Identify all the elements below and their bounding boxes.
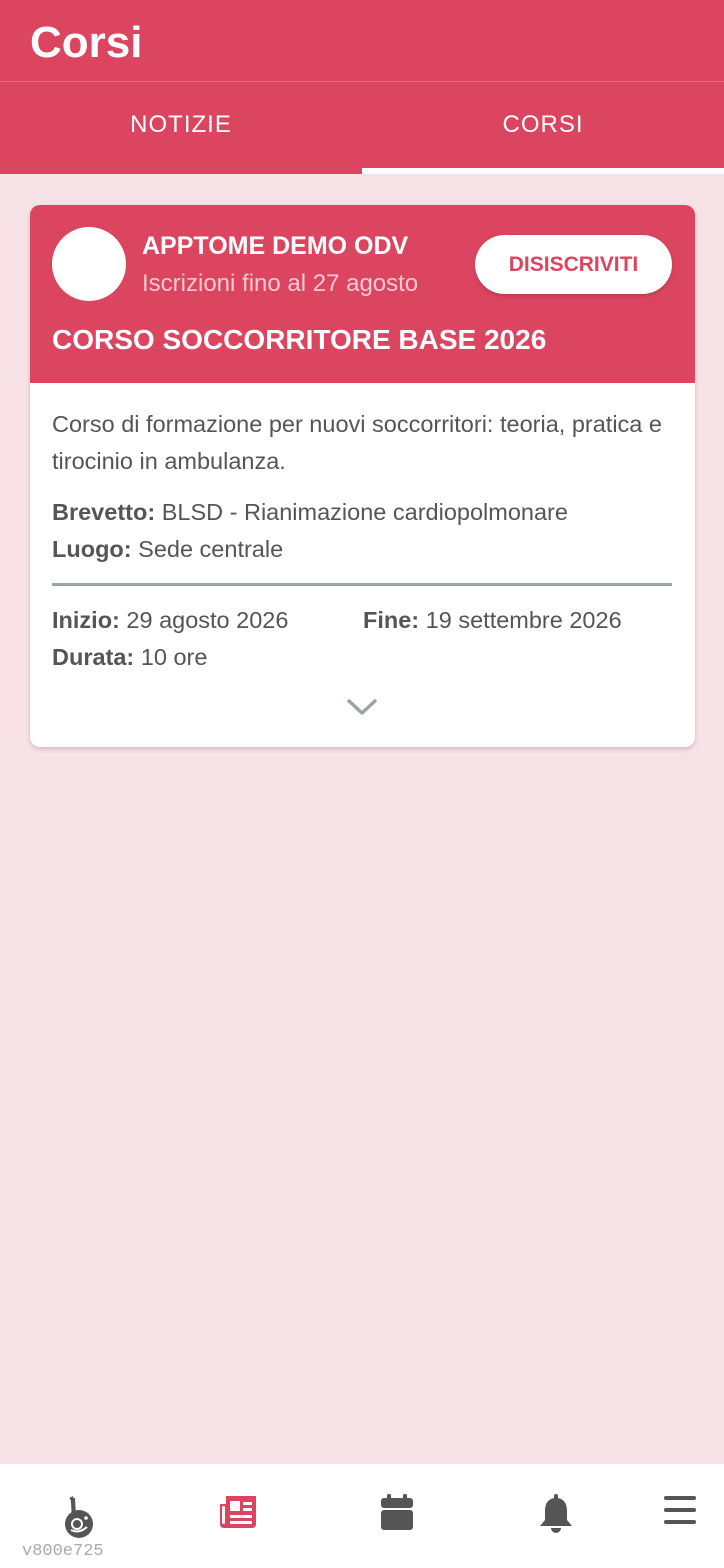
organization-name: APPTOME DEMO ODV xyxy=(142,232,409,260)
enrollment-deadline: Iscrizioni fino al 27 agosto xyxy=(142,270,419,297)
luogo-row: Luogo: Sede centrale xyxy=(52,536,283,563)
active-tab-indicator xyxy=(362,168,724,174)
durata-row: Durata: 10 ore xyxy=(52,644,207,671)
inizio-row: Inizio: 29 agosto 2026 xyxy=(52,607,288,634)
nav-item-notifications[interactable] xyxy=(496,1464,616,1568)
unsubscribe-button[interactable]: DISISCRIVITI xyxy=(475,235,672,294)
nav-item-calendar[interactable] xyxy=(337,1464,457,1568)
menu-icon xyxy=(664,1496,696,1524)
durata-label: Durata: xyxy=(52,644,135,670)
nav-item-news[interactable] xyxy=(178,1464,298,1568)
organization-avatar xyxy=(52,227,126,301)
inizio-value: 29 agosto 2026 xyxy=(126,607,289,633)
luogo-value: Sede centrale xyxy=(138,536,284,562)
nav-item-menu[interactable] xyxy=(620,1464,724,1568)
fine-row: Fine: 19 settembre 2026 xyxy=(363,607,622,634)
app-header: Corsi NOTIZIE CORSI xyxy=(0,0,724,174)
inizio-label: Inizio: xyxy=(52,607,120,633)
bottom-navigation xyxy=(0,1464,724,1568)
bell-icon xyxy=(540,1494,572,1533)
brevetto-row: Brevetto: BLSD - Rianimazione cardiopolm… xyxy=(52,499,568,526)
page-title: Corsi xyxy=(30,18,143,67)
luogo-label: Luogo: xyxy=(52,536,132,562)
calendar-icon xyxy=(381,1494,413,1530)
course-description: Corso di formazione per nuovi soccorrito… xyxy=(52,411,662,474)
tab-corsi[interactable]: CORSI xyxy=(362,82,724,168)
hand-logo-icon xyxy=(65,1496,93,1538)
fine-label: Fine: xyxy=(363,607,420,633)
fine-value: 19 settembre 2026 xyxy=(425,607,622,633)
tab-notizie[interactable]: NOTIZIE xyxy=(0,82,362,168)
brevetto-label: Brevetto: xyxy=(52,499,156,525)
brevetto-value: BLSD - Rianimazione cardiopolmonare xyxy=(161,499,568,525)
course-title: CORSO SOCCORRITORE BASE 2026 xyxy=(52,324,547,355)
durata-value: 10 ore xyxy=(140,644,208,670)
chevron-down-icon[interactable] xyxy=(346,697,378,717)
card-separator xyxy=(52,583,672,586)
course-card-header: APPTOME DEMO ODV Iscrizioni fino al 27 a… xyxy=(30,205,695,383)
newspaper-icon xyxy=(220,1496,256,1528)
app-version: v800e725 xyxy=(22,1542,104,1561)
course-card[interactable]: APPTOME DEMO ODV Iscrizioni fino al 27 a… xyxy=(30,205,695,747)
